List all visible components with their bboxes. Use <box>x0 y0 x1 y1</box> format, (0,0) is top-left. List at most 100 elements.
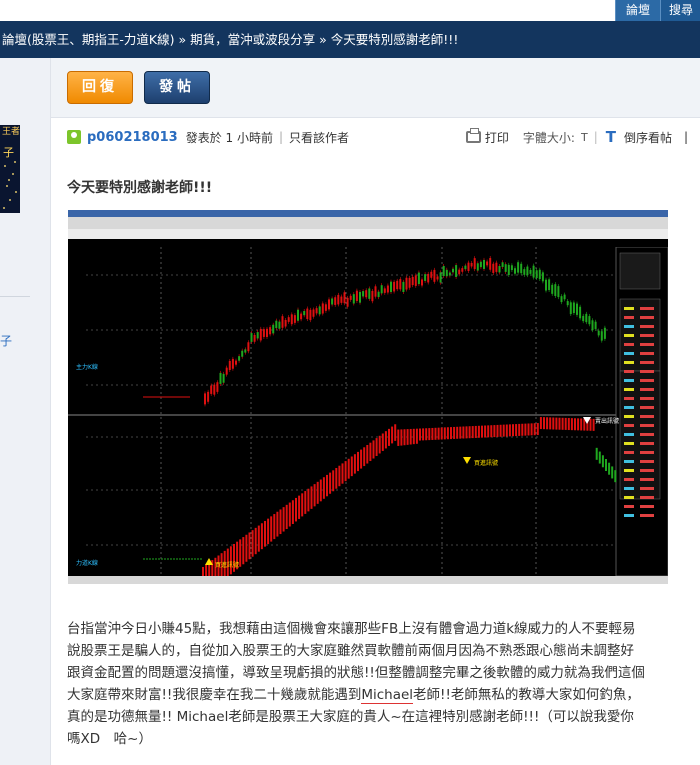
chart-candle <box>331 298 334 305</box>
chart-force-bar <box>474 425 477 438</box>
post-body-line: 嗎XD 哈~） <box>67 731 152 747</box>
chart-candle <box>588 316 591 325</box>
chart-force-bar <box>347 458 350 479</box>
nav-forum[interactable]: 論壇 <box>614 0 660 21</box>
post-author[interactable]: p060218013 <box>87 130 178 145</box>
chart-force-bar <box>465 426 468 439</box>
print-link[interactable]: 打印 <box>485 129 509 146</box>
chart-force-bar <box>301 493 304 517</box>
chart-force-bar <box>363 447 366 467</box>
chart-force-bar <box>316 481 319 504</box>
chart-side-value <box>640 406 654 409</box>
chart-candle <box>225 367 228 375</box>
breadcrumb-separator: » <box>178 32 187 47</box>
breadcrumb-board[interactable]: 期貨，當沖或波段分享 <box>190 32 315 47</box>
chart-candle <box>554 284 557 296</box>
avatar-sparkle <box>15 191 17 193</box>
chart-candle <box>275 320 278 329</box>
chart-side-value <box>640 388 654 391</box>
chart-candle <box>207 391 210 402</box>
font-small-button[interactable]: T <box>581 131 588 144</box>
chart-force-bar <box>326 474 328 497</box>
chart-force-bar <box>338 465 341 487</box>
mention-michael: Michael <box>361 687 414 704</box>
chart-candle <box>324 304 327 311</box>
nav-search[interactable]: 搜尋 <box>660 0 700 21</box>
chart-candle <box>328 299 330 310</box>
chart-force-bar <box>601 455 604 468</box>
breadcrumb-forum[interactable]: 論壇(股票王、期指王-力道K線) <box>2 32 174 47</box>
post-body-text: 大家庭帶來財富!!我很慶幸在我二十幾歲就能遇到 <box>67 687 362 703</box>
new-post-button[interactable]: 發帖 <box>144 71 210 104</box>
chart-candle <box>287 317 290 322</box>
chart-candle <box>473 258 476 270</box>
chart-force-bar <box>561 417 564 430</box>
chart-force-bar <box>552 417 555 430</box>
sidebar-link[interactable]: 子 <box>0 332 12 349</box>
chart-force-bar <box>595 447 598 460</box>
chart-force-bar <box>527 423 530 436</box>
chart-force-bar <box>515 424 518 437</box>
post-image-trading-chart[interactable]: 買進訊號 買進訊號 賣出訊號 主力K線 力道K線 <box>68 210 668 584</box>
chart-candle <box>520 263 523 274</box>
chart-window-toolbar <box>68 229 668 239</box>
chart-candle <box>346 297 349 307</box>
chart-candle <box>349 295 352 300</box>
chart-force-bar <box>388 428 390 446</box>
chart-side-value <box>640 424 654 427</box>
chart-candle <box>359 291 361 303</box>
chart-side-value <box>640 496 654 499</box>
chart-side-value <box>624 343 634 346</box>
chart-side-value <box>624 460 634 463</box>
chart-candle <box>259 328 262 341</box>
chart-side-value <box>624 424 634 427</box>
chart-candle <box>284 319 287 327</box>
chart-candle <box>269 327 272 335</box>
chart-candle <box>576 303 578 315</box>
chart-side-value <box>624 388 634 391</box>
chart-candle <box>557 286 560 298</box>
font-large-button[interactable]: T <box>606 128 616 146</box>
chart-side-value <box>640 487 654 490</box>
chart-candle <box>461 268 464 272</box>
chart-force-bar <box>397 429 400 446</box>
reply-button[interactable]: 回復 <box>67 71 133 104</box>
chart-candle <box>541 272 544 282</box>
chart-force-bar <box>291 500 294 524</box>
chart-candle <box>231 358 234 369</box>
chart-force-bar <box>462 426 465 439</box>
post-meta: p060218013 發表於 1 小時前 | 只看該作者 <box>67 128 349 146</box>
chart-force-bar <box>477 425 480 438</box>
chart-candle <box>408 277 411 288</box>
chart-side-value <box>624 469 634 472</box>
chart-force-bar <box>239 539 242 567</box>
avatar-sparkle <box>6 185 8 187</box>
chart-candle <box>414 275 417 286</box>
chart-force-bar <box>481 425 483 438</box>
post-area: 回復 發帖 p060218013 發表於 1 小時前 | 只看該作者 打印 字體… <box>50 58 700 765</box>
breadcrumb-thread: 今天要特別感謝老師!!! <box>330 32 459 47</box>
chart-candle <box>380 285 383 294</box>
chart-candle <box>458 269 461 275</box>
author-only-link[interactable]: 只看該作者 <box>289 129 349 146</box>
chart-side-value <box>640 361 654 364</box>
chart-force-bar <box>608 462 611 475</box>
chart-force-bar <box>521 423 524 436</box>
chart-side-value <box>624 397 634 400</box>
chart-candle <box>210 385 213 394</box>
chart-candle <box>247 342 250 352</box>
chart-force-bar <box>409 428 412 445</box>
chart-force-bar <box>304 491 307 514</box>
avatar-sparkle <box>12 173 14 175</box>
chart-candle <box>368 288 371 299</box>
chart-force-bar <box>412 428 415 445</box>
avatar[interactable]: 王者 子 <box>0 125 20 213</box>
chart-force-bar <box>518 423 521 436</box>
chart-candle <box>281 316 284 328</box>
print-icon[interactable] <box>465 128 481 143</box>
chart-window-titlebar <box>68 210 668 217</box>
chart-force-bar <box>248 532 251 560</box>
chart-side-value <box>624 487 634 490</box>
user-online-icon <box>67 130 81 144</box>
reverse-order-link[interactable]: 倒序看帖 <box>624 129 672 146</box>
